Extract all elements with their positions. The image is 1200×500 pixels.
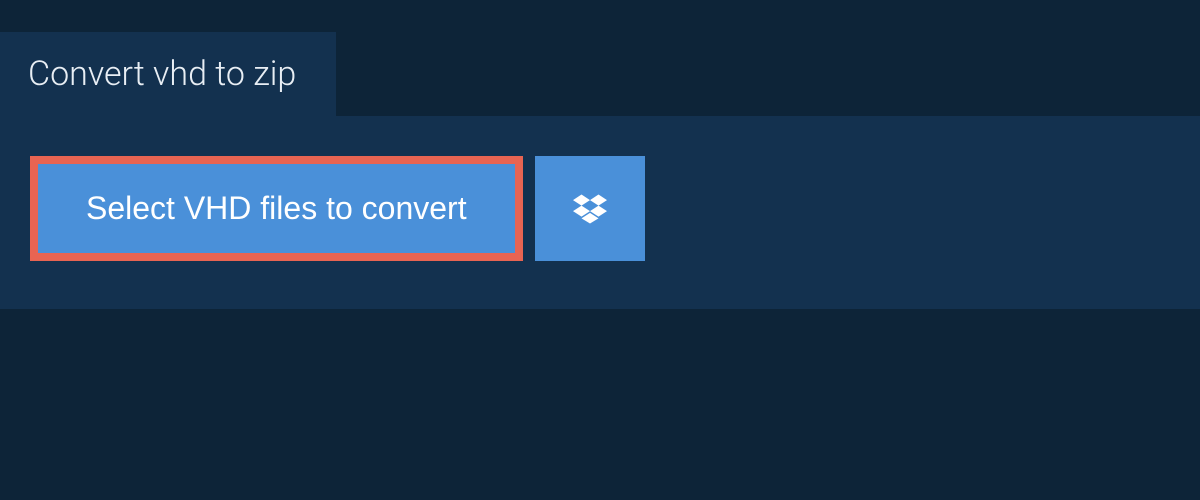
- content-panel: Select VHD files to convert: [0, 116, 1200, 309]
- page-title: Convert vhd to zip: [28, 54, 296, 94]
- tab-header: Convert vhd to zip: [0, 32, 336, 116]
- dropbox-icon: [573, 194, 607, 224]
- select-files-button-label: Select VHD files to convert: [86, 190, 467, 227]
- dropbox-button[interactable]: [535, 156, 645, 261]
- select-files-button[interactable]: Select VHD files to convert: [30, 156, 523, 261]
- button-row: Select VHD files to convert: [30, 156, 1170, 261]
